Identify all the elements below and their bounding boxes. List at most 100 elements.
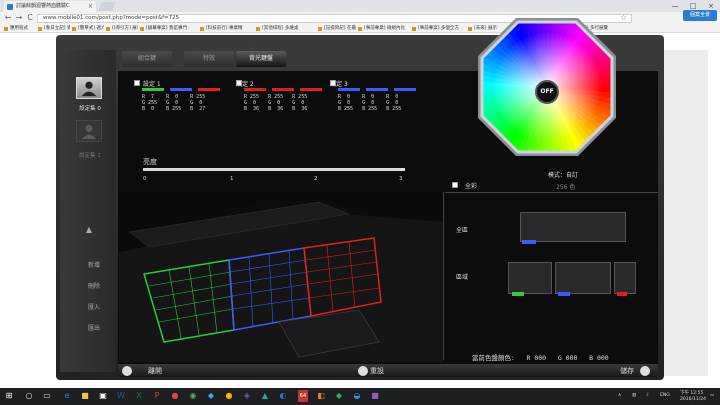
setting-color-swatch[interactable] (338, 88, 360, 91)
current-color-g: 000 (565, 354, 578, 362)
setting-color-swatch[interactable] (366, 88, 388, 91)
zone-right-keyboard[interactable] (614, 262, 636, 294)
zone-left-color-indicator (512, 292, 524, 296)
zone-all-color-indicator (522, 240, 536, 244)
profile-0-label: 設定集 0 (79, 106, 101, 112)
setting-color-swatch[interactable] (272, 88, 294, 91)
bookmark-item[interactable]: [銀幕專案] 我是專門 (140, 24, 198, 33)
forward-button[interactable]: → (14, 13, 24, 23)
app-icon[interactable]: ▲ (260, 390, 270, 402)
setting-3-label: 設定 3 (330, 81, 348, 88)
exit-button[interactable]: 離開 (148, 366, 162, 376)
language-indicator[interactable]: ENG (660, 393, 670, 398)
delete-profile-button[interactable]: 刪除 (80, 280, 108, 294)
export-profile-button[interactable]: 匯出 (80, 322, 108, 336)
app-icon[interactable]: ◐ (278, 390, 288, 402)
app-icon[interactable]: ● (224, 390, 234, 402)
bookmark-star-icon[interactable]: ☆ (620, 13, 627, 22)
import-profile-button[interactable]: 匯入 (80, 301, 108, 315)
scroll-up-icon[interactable]: ▲ (80, 225, 98, 234)
tab-backlight[interactable]: 背光鍵盤 (236, 51, 286, 67)
reset-icon[interactable] (358, 366, 368, 376)
setting-color-swatch[interactable] (170, 88, 192, 91)
notification-icon[interactable]: ▭ (710, 393, 714, 398)
start-button[interactable]: ⊞ (4, 390, 14, 402)
bookmark-item[interactable]: [事前專案] 多個全方 (412, 24, 466, 33)
task-view-icon[interactable]: ▭ (42, 390, 52, 402)
minimize-button[interactable]: — (666, 0, 684, 12)
user-icon (81, 124, 97, 140)
save-button[interactable]: 儲存 (620, 366, 634, 376)
app-icon[interactable]: ◆ (334, 390, 344, 402)
right-tab-button[interactable]: 個案全景 (683, 10, 717, 21)
network-icon[interactable]: ▥ (632, 393, 636, 398)
laptop-keyboard-preview[interactable] (119, 192, 443, 362)
store-icon[interactable]: ▣ (98, 390, 108, 402)
tray-expand-icon[interactable]: ∧ (618, 393, 621, 398)
back-button[interactable]: ← (3, 13, 13, 23)
setting-color-swatch[interactable] (198, 88, 220, 91)
brightness-slider[interactable] (143, 168, 405, 171)
backlight-off-button[interactable]: OFF (535, 80, 559, 104)
exit-icon[interactable] (122, 366, 132, 376)
brightness-label: 亮度 (143, 158, 157, 166)
app-icon[interactable]: ◆ (206, 390, 216, 402)
save-icon[interactable] (640, 366, 650, 376)
profile-0-avatar[interactable] (76, 77, 102, 99)
mode-label: 模式：自訂 (548, 172, 579, 179)
bookmark-item[interactable]: 應用程式 (4, 24, 36, 33)
current-color-r: 000 (534, 354, 547, 362)
reset-button[interactable]: 重設 (370, 366, 384, 376)
file-explorer-icon[interactable]: ■ (80, 390, 90, 402)
keyboard-illustration (119, 201, 443, 362)
bookmark-item[interactable]: [其他排程] 多維桌 (256, 24, 316, 33)
bookmark-item[interactable]: [春日立記] 異鏈之窗 (38, 24, 70, 33)
app-icon[interactable]: ■ (370, 390, 380, 402)
favicon-icon (7, 4, 13, 10)
app-icon[interactable]: ● (170, 390, 180, 402)
add-profile-button[interactable]: 新增 (80, 259, 108, 273)
setting-2-label: 設定 2 (236, 81, 254, 88)
full-color-checkbox[interactable] (452, 182, 458, 188)
app-bottom-bar (118, 364, 658, 377)
clock-time[interactable]: 下午 12:55 (680, 390, 703, 396)
zone-left-keyboard[interactable] (508, 262, 552, 294)
browser-tab[interactable]: 討論餘韻迴響熱血體驗C × (4, 1, 96, 12)
powerpoint-icon[interactable]: P (152, 390, 162, 402)
zone-all-label: 全區 (456, 227, 469, 234)
excel-icon[interactable]: X (134, 390, 144, 402)
setting-rgb-row: B 0 B 255 B 27 (142, 106, 206, 112)
word-icon[interactable]: W (116, 390, 126, 402)
setting-color-swatch[interactable] (142, 88, 164, 91)
setting-1-checkbox[interactable] (134, 80, 140, 86)
search-icon[interactable]: ○ (24, 390, 34, 402)
current-color-label: 當前色盤顏色: (471, 354, 515, 362)
bookmark-item[interactable]: [記提目記] 在最前往 (318, 24, 356, 33)
tab-close-icon[interactable]: × (88, 1, 93, 12)
profile-1-label: 設定集 1 (79, 153, 101, 159)
reload-button[interactable]: C (25, 13, 35, 23)
setting-color-swatch[interactable] (300, 88, 322, 91)
app-icon[interactable]: ◈ (242, 390, 252, 402)
zone-middle-keyboard[interactable] (555, 262, 611, 294)
setting-color-swatch[interactable] (244, 88, 266, 91)
app-icon[interactable]: ◒ (352, 390, 362, 402)
bookmark-item[interactable]: [科技前行] 專業精 (200, 24, 254, 33)
edge-icon[interactable]: e (62, 390, 72, 402)
bookmark-item[interactable]: [簡單式] 週六的春小 (72, 24, 104, 33)
tab-effects[interactable]: 特效 (184, 51, 234, 67)
divider (445, 192, 658, 193)
zone-all-keyboard[interactable] (520, 212, 626, 242)
bookmark-item[interactable]: [[導引方] 展示 (106, 24, 138, 33)
volume-icon[interactable]: ♪ (646, 393, 649, 398)
zone-region-label: 區域 (456, 274, 469, 281)
tab-macro[interactable]: 組合鍵 (122, 51, 172, 67)
profile-1-avatar[interactable] (76, 120, 102, 142)
brightness-tick: 1 (230, 176, 234, 182)
app-icon[interactable]: ◧ (316, 390, 326, 402)
bookmark-item[interactable]: [事前專業] 微規內化 (358, 24, 410, 33)
setting-rgb-row: B 255 B 255 B 255 (338, 106, 402, 112)
setting-color-swatch[interactable] (394, 88, 416, 91)
chrome-icon[interactable]: ◉ (188, 390, 198, 402)
app-badge-icon[interactable]: 64 (298, 390, 308, 402)
